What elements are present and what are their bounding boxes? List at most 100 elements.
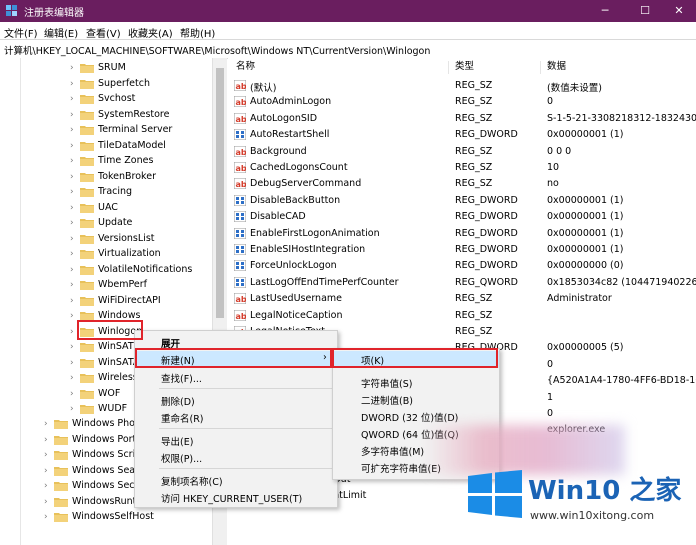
chevron-right-icon[interactable]: ›: [70, 373, 78, 383]
chevron-right-icon[interactable]: ›: [70, 218, 78, 228]
tree-item[interactable]: › Tracing: [70, 185, 212, 200]
chevron-right-icon[interactable]: ›: [44, 497, 52, 507]
tree-item[interactable]: › Update: [70, 216, 212, 231]
tree-item[interactable]: › Superfetch: [70, 77, 212, 92]
value-name: LegalNoticeCaption: [250, 309, 343, 321]
address-bar[interactable]: 计算机\HKEY_LOCAL_MACHINE\SOFTWARE\Microsof…: [0, 39, 696, 59]
value-row[interactable]: ab LastUsedUsername REG_SZ Administrator: [228, 291, 696, 307]
close-button[interactable]: ✕: [662, 0, 696, 22]
column-divider[interactable]: [540, 61, 541, 74]
value-type: REG_DWORD: [455, 211, 518, 223]
tree-item[interactable]: › Terminal Server: [70, 123, 212, 138]
chevron-right-icon[interactable]: ›: [70, 94, 78, 104]
chevron-right-icon[interactable]: ›: [70, 156, 78, 166]
tree-item[interactable]: › VersionsList: [70, 232, 212, 247]
svg-text:ab: ab: [236, 98, 247, 107]
menu-edit[interactable]: 编辑(E): [44, 25, 78, 40]
chevron-right-icon[interactable]: ›: [70, 249, 78, 259]
menu-item-goto-hkcu[interactable]: 访问 HKEY_CURRENT_USER(T): [135, 489, 337, 505]
chevron-right-icon[interactable]: ›: [70, 110, 78, 120]
string-value-icon: ab: [233, 79, 247, 92]
column-header-name[interactable]: 名称: [236, 58, 255, 76]
submenu-item-string-value[interactable]: 字符串值(S): [333, 374, 499, 391]
menu-item-delete[interactable]: 删除(D): [135, 392, 337, 408]
tree-item[interactable]: › SRUM: [70, 61, 212, 76]
chevron-right-icon[interactable]: ›: [70, 280, 78, 290]
value-row[interactable]: ab CachedLogonsCount REG_SZ 10: [228, 160, 696, 176]
tree-item[interactable]: › TokenBroker: [70, 170, 212, 185]
chevron-right-icon[interactable]: ›: [70, 342, 78, 352]
menu-item-copy-key-name[interactable]: 复制项名称(C): [135, 472, 337, 488]
value-data: 0x1853034c82 (104471940226): [547, 276, 696, 288]
chevron-right-icon[interactable]: ›: [70, 234, 78, 244]
maximize-button[interactable]: ☐: [628, 0, 662, 22]
value-row[interactable]: AutoRestartShell REG_DWORD 0x00000001 (1): [228, 127, 696, 143]
value-data: 0: [547, 96, 554, 108]
tree-item[interactable]: › Virtualization: [70, 247, 212, 262]
chevron-right-icon[interactable]: ›: [44, 481, 52, 491]
menu-file[interactable]: 文件(F): [4, 25, 38, 40]
value-data: 0x00000001 (1): [547, 211, 624, 223]
tree-scrollbar-thumb[interactable]: [216, 68, 224, 318]
value-row[interactable]: DisableBackButton REG_DWORD 0x00000001 (1): [228, 193, 696, 209]
value-type: REG_DWORD: [455, 129, 518, 141]
tree-item-label: VolatileNotifications: [98, 263, 193, 275]
minimize-button[interactable]: ─: [588, 0, 622, 22]
chevron-right-icon[interactable]: ›: [44, 419, 52, 429]
value-row[interactable]: DisableCAD REG_DWORD 0x00000001 (1): [228, 209, 696, 225]
value-row[interactable]: ab Background REG_SZ 0 0 0: [228, 144, 696, 160]
submenu-item-dword-value[interactable]: DWORD (32 位)值(D): [333, 408, 499, 425]
menu-view[interactable]: 查看(V): [86, 25, 121, 40]
menu-help[interactable]: 帮助(H): [180, 25, 215, 40]
value-row[interactable]: ab (默认) REG_SZ (数值未设置): [228, 78, 696, 94]
chevron-right-icon[interactable]: ›: [70, 203, 78, 213]
windows-logo-icon: [468, 470, 522, 518]
chevron-right-icon[interactable]: ›: [44, 466, 52, 476]
value-data: 0x00000001 (1): [547, 194, 624, 206]
tree-item[interactable]: › TileDataModel: [70, 139, 212, 154]
chevron-right-icon[interactable]: ›: [70, 125, 78, 135]
chevron-right-icon[interactable]: ›: [70, 79, 78, 89]
chevron-right-icon[interactable]: ›: [70, 141, 78, 151]
chevron-right-icon[interactable]: ›: [70, 296, 78, 306]
value-row[interactable]: EnableFirstLogonAnimation REG_DWORD 0x0000…: [228, 226, 696, 242]
chevron-right-icon[interactable]: ›: [44, 512, 52, 522]
menu-item-export[interactable]: 导出(E): [135, 432, 337, 448]
chevron-right-icon[interactable]: ›: [70, 187, 78, 197]
column-header-type[interactable]: 类型: [455, 58, 474, 76]
value-row[interactable]: ab AutoLogonSID REG_SZ S-1-5-21-3308218312-…: [228, 111, 696, 127]
menu-favorites[interactable]: 收藏夹(A): [128, 25, 173, 40]
value-row[interactable]: ab LegalNoticeCaption REG_SZ: [228, 308, 696, 324]
tree-item[interactable]: › Time Zones: [70, 154, 212, 169]
chevron-right-icon[interactable]: ›: [70, 172, 78, 182]
chevron-right-icon[interactable]: ›: [70, 265, 78, 275]
binary-value-icon: [233, 194, 247, 207]
menu-item-rename[interactable]: 重命名(R): [135, 409, 337, 425]
menu-item-permissions[interactable]: 权限(P)...: [135, 449, 337, 465]
tree-item[interactable]: › SystemRestore: [70, 108, 212, 123]
value-row[interactable]: ForceUnlockLogon REG_DWORD 0x00000000 (0): [228, 258, 696, 274]
chevron-right-icon[interactable]: ›: [44, 450, 52, 460]
tree-item[interactable]: › UAC: [70, 201, 212, 216]
value-row[interactable]: ab AutoAdminLogon REG_SZ 0: [228, 94, 696, 110]
submenu-item-binary-value[interactable]: 二进制值(B): [333, 391, 499, 408]
tree-item[interactable]: › WindowsSelfHost: [44, 510, 212, 525]
tree-item[interactable]: › Svchost: [70, 92, 212, 107]
tree-item[interactable]: › WiFiDirectAPI: [70, 294, 212, 309]
value-row[interactable]: EnableSIHostIntegration REG_DWORD 0x000000…: [228, 242, 696, 258]
folder-icon: [54, 450, 68, 460]
chevron-right-icon[interactable]: ›: [70, 404, 78, 414]
chevron-right-icon[interactable]: ›: [70, 358, 78, 368]
chevron-right-icon[interactable]: ›: [70, 389, 78, 399]
tree-item[interactable]: › VolatileNotifications: [70, 263, 212, 278]
address-path[interactable]: 计算机\HKEY_LOCAL_MACHINE\SOFTWARE\Microsof…: [4, 43, 430, 57]
tree-item-label: WbemPerf: [98, 279, 148, 290]
chevron-right-icon[interactable]: ›: [70, 63, 78, 73]
value-row[interactable]: ab DebugServerCommand REG_SZ no: [228, 176, 696, 192]
value-row[interactable]: LastLogOffEndTimePerfCounter REG_QWORD 0x1…: [228, 275, 696, 291]
tree-item[interactable]: › WbemPerf: [70, 278, 212, 293]
chevron-right-icon[interactable]: ›: [44, 435, 52, 445]
column-divider[interactable]: [448, 61, 449, 74]
column-header-data[interactable]: 数据: [547, 58, 566, 76]
menu-item-find[interactable]: 查找(F)...: [135, 369, 337, 385]
